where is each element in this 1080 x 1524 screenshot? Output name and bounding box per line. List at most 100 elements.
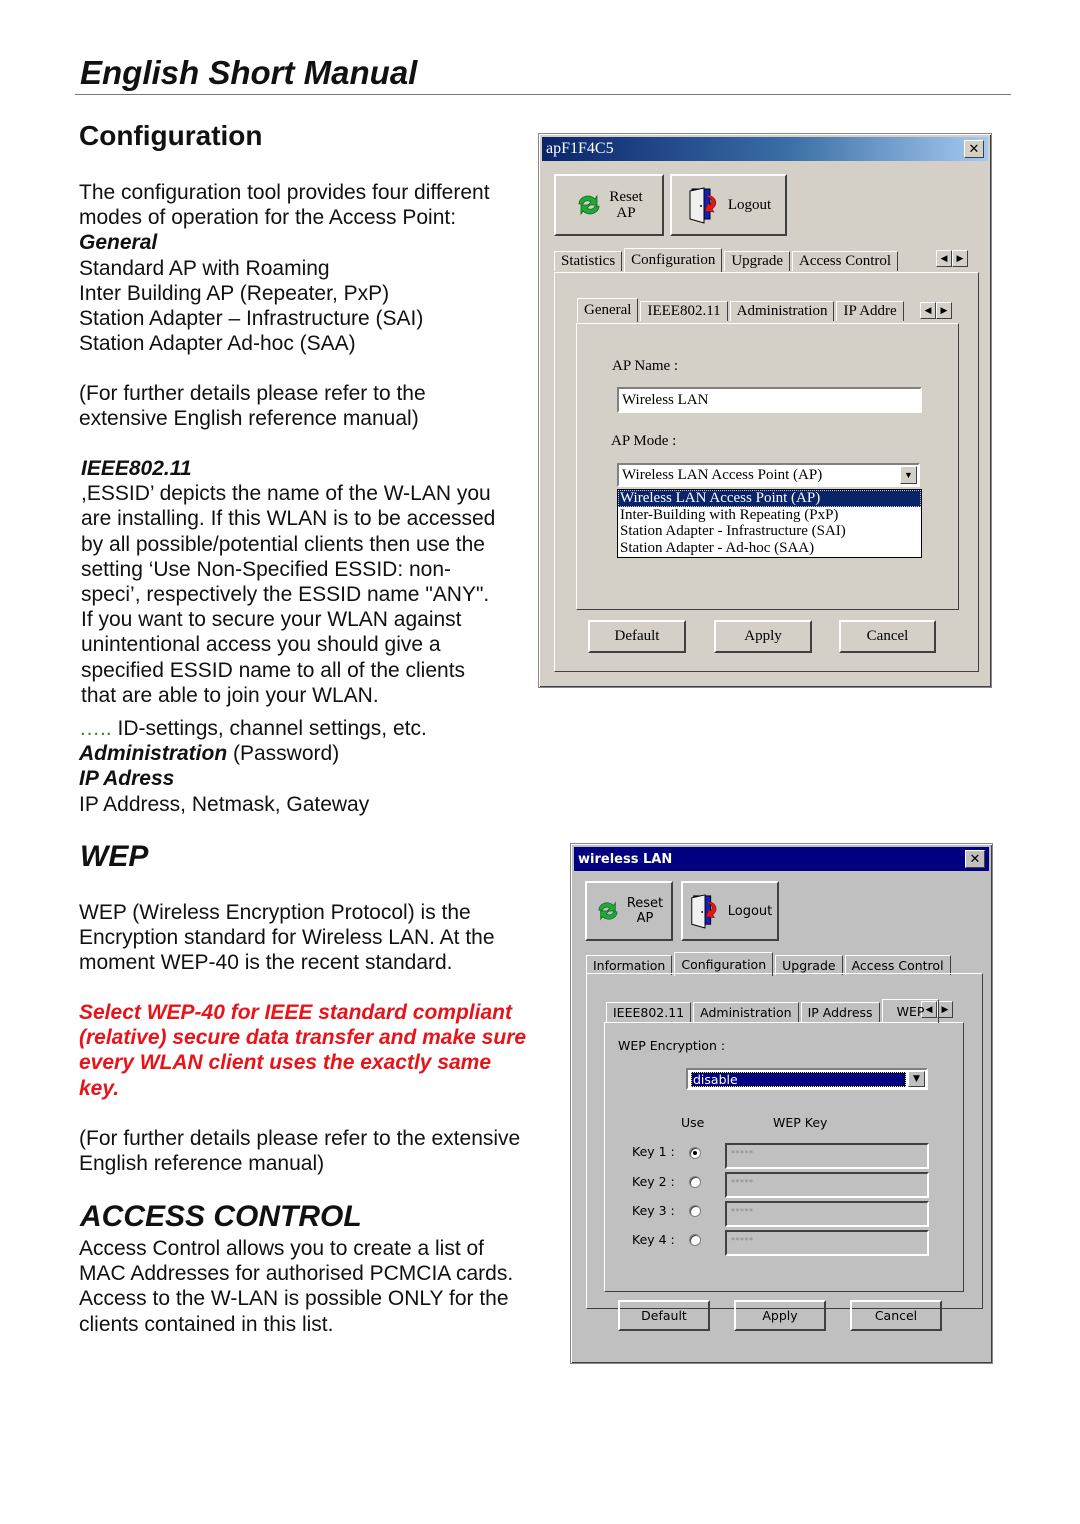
apply-button[interactable]: Apply: [714, 620, 812, 653]
ieee-label: IEEE802.11: [81, 457, 192, 480]
key-1-radio[interactable]: [689, 1147, 701, 1159]
logout-button[interactable]: Logout: [681, 881, 779, 941]
text-line: specified ESSID name to all of the clien…: [81, 658, 466, 682]
ap-mode-option[interactable]: Inter-Building with Repeating (PxP): [618, 507, 921, 524]
default-button[interactable]: Default: [618, 1300, 710, 1331]
right-arrow-icon: ▶: [956, 253, 964, 263]
subtab-ip-address[interactable]: IP Addre: [836, 301, 904, 321]
text-line: moment WEP-40 is the recent standard.: [79, 951, 453, 975]
logout-label: Logout: [727, 903, 773, 919]
text-line: key.: [79, 1076, 120, 1100]
general-label: General: [79, 231, 158, 255]
ieee-section: IEEE802.11 ,ESSID’ depicts the name of t…: [81, 456, 495, 708]
key-2-input[interactable]: *****: [725, 1172, 929, 1198]
key-4-label: Key 4 :: [632, 1232, 675, 1247]
subtab-general[interactable]: General: [577, 298, 639, 322]
apply-button[interactable]: Apply: [734, 1300, 826, 1331]
text-line: MAC Addresses for authorised PCMCIA card…: [79, 1262, 514, 1286]
ap-mode-option[interactable]: Station Adapter - Infrastructure (SAI): [618, 523, 921, 540]
tab-configuration[interactable]: Configuration: [674, 952, 774, 976]
admin-label: Administration: [79, 742, 228, 766]
text-line: Access Control allows you to create a li…: [79, 1237, 485, 1260]
text-line: speci’, respectively the ESSID name "ANY…: [81, 583, 490, 607]
wep-key-column-header: WEP Key: [773, 1115, 828, 1130]
close-icon: ✕: [968, 141, 980, 157]
sub-tabs: General IEEE802.11 Administration IP Add…: [577, 298, 906, 322]
reset-ap-button[interactable]: Reset AP: [585, 881, 673, 941]
text-line: extensive English reference manual): [79, 407, 419, 431]
close-button[interactable]: ✕: [964, 140, 984, 158]
ap-mode-options-list: Wireless LAN Access Point (AP) Inter-Bui…: [617, 489, 922, 558]
ap-mode-select[interactable]: Wireless LAN Access Point (AP) ▼: [617, 463, 920, 487]
key-1-input[interactable]: *****: [725, 1143, 929, 1169]
ip-text: IP Address, Netmask, Gateway: [79, 792, 370, 816]
key-4-input[interactable]: *****: [725, 1230, 929, 1256]
cancel-button[interactable]: Cancel: [839, 620, 936, 653]
logout-door-icon: [691, 894, 717, 929]
tab-scroll-right[interactable]: ▶: [952, 250, 968, 267]
right-arrow-icon: ▶: [941, 1004, 949, 1015]
dialog-titlebar[interactable]: wireless LAN ✕: [574, 847, 989, 871]
close-button[interactable]: ✕: [965, 850, 985, 868]
wep-encryption-select[interactable]: disable ▼: [686, 1068, 928, 1090]
key-4-radio[interactable]: [689, 1234, 701, 1246]
tab-configuration[interactable]: Configuration: [624, 248, 723, 272]
title-divider: [75, 94, 1011, 95]
tab-information[interactable]: Information: [586, 955, 673, 975]
wep-encryption-value: disable: [691, 1071, 906, 1087]
left-arrow-icon: ◀: [940, 253, 948, 263]
subtab-ieee80211[interactable]: IEEE802.11: [606, 1002, 692, 1022]
logout-button[interactable]: Logout: [670, 174, 787, 236]
ap-mode-value: Wireless LAN Access Point (AP): [622, 466, 823, 483]
key-1-label: Key 1 :: [632, 1144, 675, 1159]
tab-upgrade[interactable]: Upgrade: [724, 251, 790, 271]
subtab-administration[interactable]: Administration: [729, 301, 835, 321]
admin-text: (Password): [227, 742, 340, 766]
sub-tabs: IEEE802.11 Administration IP Address WEP: [606, 999, 941, 1023]
etc-line: ….. ID-settings, channel settings, etc.: [79, 716, 427, 741]
ap-mode-option[interactable]: Station Adapter - Ad-hoc (SAA): [618, 540, 921, 557]
refresh-icon: [598, 901, 618, 921]
key-3-radio[interactable]: [689, 1205, 701, 1217]
text-line: Select WEP-40 for IEEE standard complian…: [79, 1001, 512, 1024]
main-tabs: Information Configuration Upgrade Access…: [586, 952, 953, 976]
tab-scroll-left[interactable]: ◀: [936, 250, 952, 267]
subtab-administration[interactable]: Administration: [693, 1002, 799, 1022]
subtab-scroll-left[interactable]: ◀: [920, 302, 936, 319]
subtab-ip-address[interactable]: IP Address: [800, 1002, 880, 1022]
tab-statistics[interactable]: Statistics: [554, 251, 623, 271]
subtab-ieee80211[interactable]: IEEE802.11: [640, 301, 728, 321]
dropdown-button[interactable]: ▼: [900, 466, 917, 484]
wep-encryption-label: WEP Encryption :: [618, 1038, 726, 1053]
ap-mode-option[interactable]: Wireless LAN Access Point (AP): [618, 490, 921, 507]
key-3-input[interactable]: *****: [725, 1201, 929, 1227]
main-tabs: Statistics Configuration Upgrade Access …: [554, 248, 900, 272]
key-2-radio[interactable]: [689, 1176, 701, 1188]
tab-access-control[interactable]: Access Control: [844, 955, 951, 975]
subtab-scroll-arrows: ◀ ▶: [920, 302, 952, 319]
access-control-heading: ACCESS CONTROL: [80, 1200, 362, 1233]
tab-access-control[interactable]: Access Control: [791, 251, 899, 271]
text-line: unintentional access you should give a: [81, 633, 441, 657]
text-line: Access to the W-LAN is possible ONLY for…: [79, 1287, 509, 1311]
subtab-scroll-right[interactable]: ▶: [936, 302, 952, 319]
subtab-wep[interactable]: WEP: [881, 999, 940, 1023]
ap-name-label: AP Name :: [612, 358, 679, 374]
logout-label: Logout: [727, 196, 772, 213]
ap-name-input[interactable]: Wireless LAN: [617, 387, 922, 413]
default-button[interactable]: Default: [588, 620, 686, 653]
configuration-intro: The configuration tool provides four dif…: [79, 180, 490, 356]
subtab-scroll-right[interactable]: ▶: [937, 1001, 953, 1018]
text-line: clients contained in this list.: [79, 1312, 334, 1336]
configuration-heading: Configuration: [79, 120, 263, 151]
dropdown-button[interactable]: ▼: [908, 1071, 925, 1087]
reset-ap-button[interactable]: Reset AP: [554, 174, 664, 236]
mode-item: Station Adapter – Infrastructure (SAI): [79, 307, 424, 331]
dialog-titlebar[interactable]: apF1F4C5 ✕: [542, 137, 988, 161]
text-line: English reference manual): [79, 1152, 325, 1176]
use-column-header: Use: [681, 1115, 705, 1130]
tab-upgrade[interactable]: Upgrade: [775, 955, 843, 975]
cancel-button[interactable]: Cancel: [850, 1300, 942, 1331]
wep-warning: Select WEP-40 for IEEE standard complian…: [79, 1000, 526, 1101]
text-line: (For further details please refer to the: [79, 382, 426, 405]
